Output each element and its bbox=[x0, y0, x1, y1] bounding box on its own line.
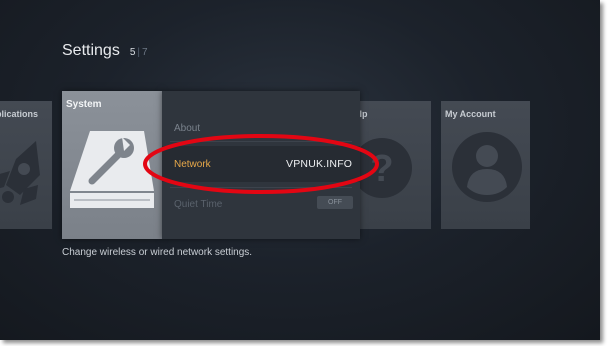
my-account-tile[interactable]: My Account bbox=[441, 101, 530, 229]
applications-tile[interactable]: Applications bbox=[0, 101, 52, 229]
page-current: 5 bbox=[129, 47, 136, 58]
user-icon bbox=[452, 132, 522, 202]
page-total: 7 bbox=[141, 47, 148, 58]
header: Settings 5 | 7 bbox=[62, 42, 148, 60]
page-separator: | bbox=[137, 47, 140, 58]
menu-item-quiet-time-label: Quiet Time bbox=[174, 198, 223, 210]
highlight-ring bbox=[143, 134, 379, 194]
settings-screen: Settings 5 | 7 Applications Help ? My Ac… bbox=[0, 0, 600, 340]
rocket-icon bbox=[0, 141, 40, 205]
page-title: Settings bbox=[62, 42, 120, 59]
quiet-time-toggle[interactable]: OFF bbox=[317, 196, 353, 209]
setting-description: Change wireless or wired network setting… bbox=[62, 247, 253, 258]
